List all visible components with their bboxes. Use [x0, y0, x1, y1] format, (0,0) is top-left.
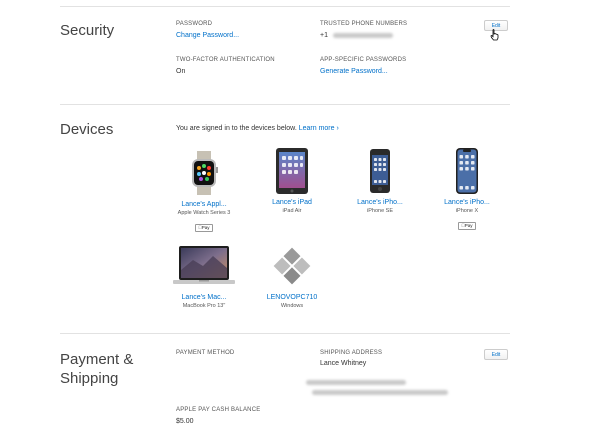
apple-pay-badge: Pay	[195, 224, 213, 232]
devices-intro: You are signed in to the devices below. …	[176, 125, 339, 132]
device-iphone-se[interactable]: Lance's iPho... iPhone SE	[339, 146, 421, 214]
redacted-address-line-2	[312, 384, 448, 402]
top-divider	[60, 6, 510, 7]
payment-heading-line2: Shipping	[60, 370, 119, 387]
security-heading: Security	[60, 22, 115, 39]
change-password-link[interactable]: Change Password...	[176, 32, 239, 39]
devices-divider	[60, 333, 510, 334]
redacted-phone-number	[332, 32, 393, 38]
payment-edit-button[interactable]: Edit	[484, 349, 508, 360]
iphone-se-icon	[370, 149, 390, 193]
trusted-phone-label: TRUSTED PHONE NUMBERS	[320, 21, 408, 27]
iphone-x-icon	[456, 148, 478, 194]
security-divider	[60, 104, 510, 105]
device-model: iPhone SE	[367, 208, 393, 214]
ipad-icon	[276, 148, 308, 194]
device-model: Apple Watch Series 3	[177, 210, 231, 216]
apple-pay-cash-value: $5.00	[176, 418, 194, 425]
two-factor-value: On	[176, 68, 186, 75]
apple-pay-badge: Pay	[458, 222, 476, 230]
app-passwords-label: APP-SPECIFIC PASSWORDS	[320, 57, 407, 63]
windows-icon	[273, 247, 311, 285]
payment-heading-line1: Payment &	[60, 351, 134, 368]
trusted-phone-number: +1	[320, 32, 393, 39]
generate-password-link[interactable]: Generate Password...	[320, 68, 388, 75]
phone-prefix: +1	[320, 32, 328, 39]
device-name: Lance's iPho...	[357, 199, 403, 206]
apple-pay-badge-label: Pay	[200, 225, 210, 230]
two-factor-label: TWO-FACTOR AUTHENTICATION	[176, 57, 275, 63]
apple-pay-cash-label: APPLE PAY CASH BALANCE	[176, 407, 261, 413]
device-name: Lance's iPho...	[444, 199, 490, 206]
payment-heading: Payment & Shipping	[60, 350, 133, 388]
device-apple-watch[interactable]: Lance's Appl... Apple Watch Series 3 Pa…	[163, 148, 245, 234]
device-name: LENOVOPC710	[266, 294, 318, 301]
device-model: Windows	[280, 303, 304, 309]
device-windows-pc[interactable]: LENOVOPC710 Windows	[251, 241, 333, 309]
macbook-icon	[173, 246, 235, 284]
device-macbook[interactable]: Lance's Mac... MacBook Pro 13"	[163, 241, 245, 309]
device-model: MacBook Pro 13"	[182, 303, 226, 309]
device-ipad[interactable]: Lance's iPad iPad Air	[251, 146, 333, 214]
payment-method-label: PAYMENT METHOD	[176, 350, 235, 356]
device-name: Lance's iPad	[272, 199, 312, 206]
learn-more-link[interactable]: Learn more ›	[299, 125, 339, 132]
apple-pay-badge-label: Pay	[463, 223, 473, 228]
device-model: iPad Air	[282, 208, 302, 214]
device-name: Lance's Mac...	[181, 294, 227, 301]
apple-watch-icon	[192, 151, 218, 195]
password-label: PASSWORD	[176, 21, 213, 27]
hand-cursor-icon	[490, 29, 499, 41]
device-name: Lance's Appl...	[181, 201, 227, 208]
shipping-name: Lance Whitney	[320, 360, 367, 367]
devices-heading: Devices	[60, 121, 114, 138]
shipping-address-label: SHIPPING ADDRESS	[320, 350, 383, 356]
devices-intro-text: You are signed in to the devices below.	[176, 125, 297, 132]
device-iphone-x[interactable]: Lance's iPho... iPhone X Pay	[426, 146, 508, 232]
device-model: iPhone X	[455, 208, 479, 214]
